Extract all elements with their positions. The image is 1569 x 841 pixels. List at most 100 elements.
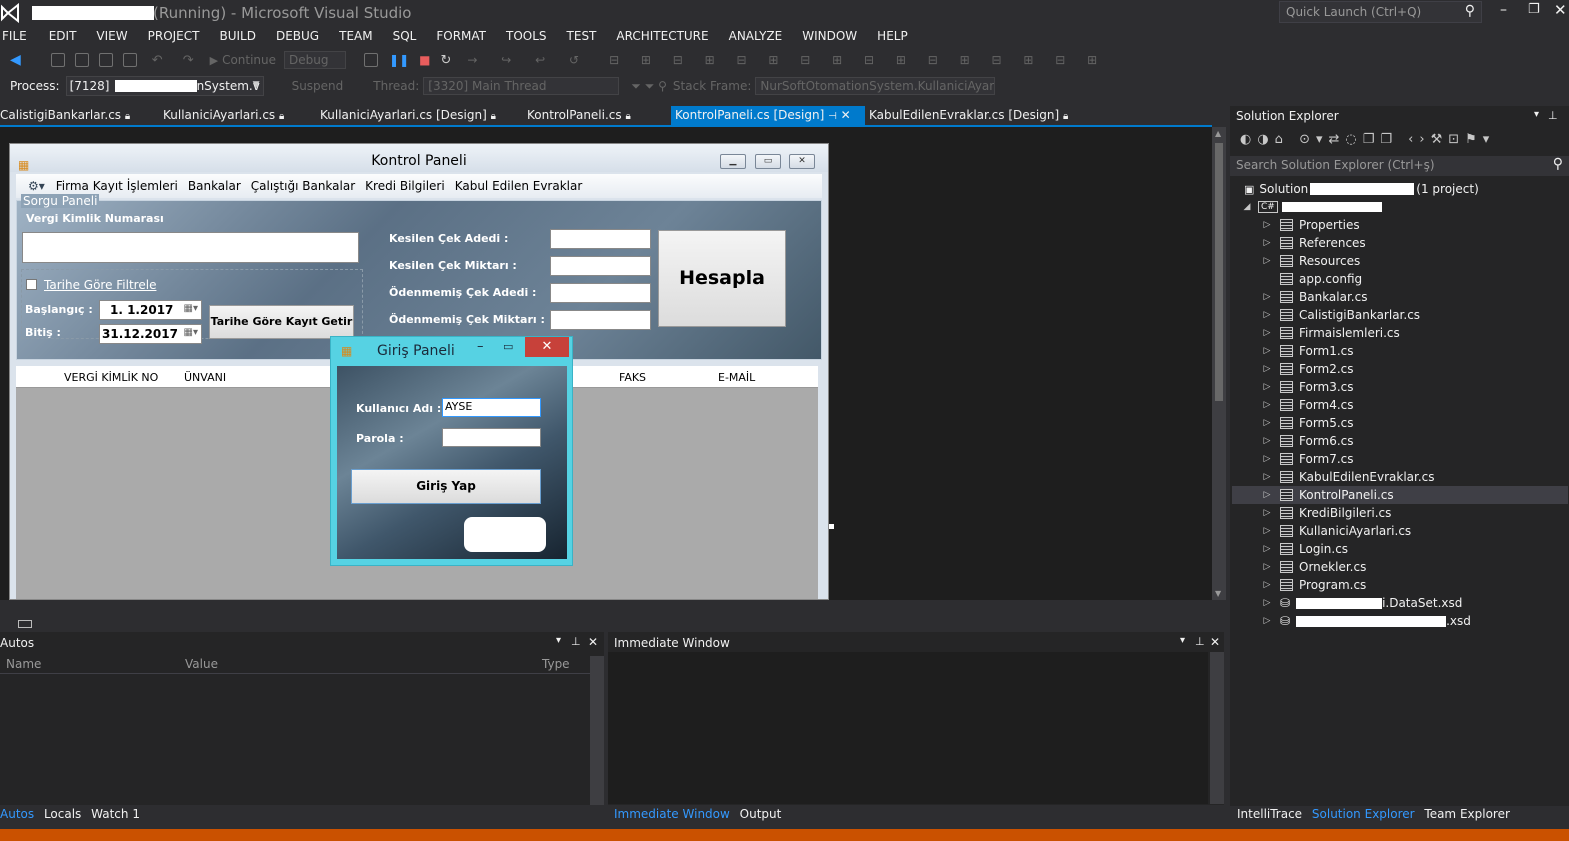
scroll-thumb[interactable]	[1215, 143, 1223, 401]
config-select[interactable]: Debug	[284, 51, 347, 69]
password-input[interactable]	[442, 428, 541, 447]
tab-watch1[interactable]: Watch 1	[91, 807, 140, 821]
menu-debug[interactable]: DEBUG	[266, 29, 329, 43]
expand-icon[interactable]: ▷	[1260, 418, 1274, 428]
suspend-button[interactable]: Suspend	[292, 79, 344, 93]
vkn-input[interactable]	[22, 232, 359, 263]
close-icon[interactable]: ✕	[588, 635, 598, 649]
immediate-input-area[interactable]	[608, 652, 1208, 804]
solution-item[interactable]: ▷ Form5.cs	[1260, 414, 1354, 432]
solution-search-input[interactable]: Search Solution Explorer (Ctrl+ş) ⚲	[1230, 156, 1569, 176]
username-input[interactable]: AYSE	[442, 398, 541, 417]
hesapla-button[interactable]: Hesapla	[658, 230, 786, 327]
tab-intellitrace[interactable]: IntelliTrace	[1237, 807, 1302, 821]
expand-icon[interactable]: ▷	[1260, 580, 1274, 590]
start-date-picker[interactable]: 1. 1.2017 ▦▾	[99, 300, 202, 320]
menu-view[interactable]: VIEW	[86, 29, 137, 43]
solution-item[interactable]: ▷ KontrolPaneli.cs	[1260, 486, 1394, 504]
menu-window[interactable]: WINDOW	[792, 29, 867, 43]
login-close-button[interactable]: ✕	[525, 337, 569, 357]
solution-item[interactable]: ▷ Properties	[1260, 216, 1360, 234]
restart-icon[interactable]: ↻	[440, 53, 451, 68]
stop-icon[interactable]: ■	[419, 53, 430, 67]
solution-item[interactable]: ▷ Form1.cs	[1260, 342, 1354, 360]
pin-icon[interactable]: ⊥	[1195, 635, 1205, 648]
col-name[interactable]: Name	[6, 657, 41, 671]
layout-icons[interactable]: ⊟ ⊞ ⊟ ⊞ ⊟ ⊞ ⊟ ⊞ ⊟ ⊞ ⊟ ⊞ ⊟ ⊞ ⊟ ⊞	[609, 53, 1106, 67]
odenmemis-cek-adedi-input[interactable]	[550, 283, 651, 303]
minimize-icon[interactable]: –	[1500, 2, 1507, 18]
tab-autos[interactable]: Autos	[0, 807, 34, 821]
expand-icon[interactable]: ▷	[1260, 526, 1274, 536]
solution-item[interactable]: ▷ Form4.cs	[1260, 396, 1354, 414]
kesilen-cek-miktari-input[interactable]	[550, 256, 651, 276]
solution-item[interactable]: ▷ Form6.cs	[1260, 432, 1354, 450]
tab-close-icon[interactable]: ✕	[841, 108, 851, 122]
close-icon[interactable]: ✕	[1210, 635, 1220, 649]
save-all-icon[interactable]	[122, 53, 137, 67]
attach-icon[interactable]	[364, 53, 379, 67]
col-vergi-kimlik-no[interactable]: VERGİ KİMLİK NO	[64, 371, 158, 384]
tab-kullaniciayarlari-design[interactable]: KullaniciAyarlari.cs [Design] 🔒︎	[320, 106, 527, 126]
tab-output[interactable]: Output	[740, 807, 782, 821]
expand-icon[interactable]: ▷	[1260, 220, 1274, 230]
redo-icon[interactable]: ↷	[183, 53, 194, 68]
solution-item[interactable]: ▷ Resources	[1260, 252, 1361, 270]
solution-item[interactable]: ▷ KrediBilgileri.cs	[1260, 504, 1392, 522]
tab-solution-explorer[interactable]: Solution Explorer	[1312, 807, 1415, 821]
tab-team-explorer[interactable]: Team Explorer	[1424, 807, 1510, 821]
login-maximize-button[interactable]: ▭	[503, 340, 513, 353]
tab-kontrolpaneli[interactable]: KontrolPaneli.cs 🔒︎	[527, 106, 671, 126]
solution-root[interactable]: ▣ Solution (1 project)	[1244, 180, 1479, 198]
menu-analyze[interactable]: ANALYZE	[719, 29, 793, 43]
tab-kabuledilenevraklar-design[interactable]: KabulEdilenEvraklar.cs [Design] 🔒︎	[865, 106, 1068, 126]
tray-icon[interactable]	[18, 620, 32, 628]
expand-icon[interactable]: ▷	[1260, 598, 1274, 608]
continue-button[interactable]: Continue	[222, 53, 276, 67]
expand-icon[interactable]: ▷	[1260, 508, 1274, 518]
expand-icon[interactable]: ▷	[1260, 238, 1274, 248]
menu-tools[interactable]: TOOLS	[496, 29, 557, 43]
undo-icon[interactable]: ↶	[152, 53, 163, 68]
step-icons[interactable]: → ↪ ↩ ↺	[467, 53, 589, 67]
expand-icon[interactable]: ▷	[1260, 544, 1274, 554]
collapse-icon[interactable]: ◢	[1240, 202, 1254, 212]
expand-icon[interactable]: ▷	[1260, 490, 1274, 500]
fetch-by-date-button[interactable]: Tarihe Göre Kayıt Getir	[209, 305, 354, 339]
solution-item[interactable]: app.config	[1260, 270, 1362, 288]
form-close-button[interactable]: ✕	[789, 154, 815, 169]
back-icon[interactable]: ◀	[10, 52, 21, 68]
expand-icon[interactable]: ▷	[1260, 400, 1274, 410]
tab-calistigibankarlar[interactable]: CalistigiBankarlar.cs 🔒︎	[0, 106, 160, 126]
solution-item[interactable]: ▷ KullaniciAyarlari.cs	[1260, 522, 1412, 540]
expand-icon[interactable]: ▷	[1260, 454, 1274, 464]
save-icon[interactable]	[98, 53, 113, 67]
expand-icon[interactable]: ▷	[1260, 562, 1274, 572]
autos-scrollbar[interactable]	[590, 656, 604, 805]
project-node[interactable]: ◢ C#	[1240, 198, 1382, 216]
thread-select[interactable]: [3320] Main Thread	[423, 77, 620, 95]
scroll-up-icon[interactable]: ▲	[1215, 129, 1221, 138]
col-email[interactable]: E-MAİL	[718, 371, 755, 384]
solution-item[interactable]: ▷ Form7.cs	[1260, 450, 1354, 468]
solution-item[interactable]: ▷ Program.cs	[1260, 576, 1367, 594]
xsd-item[interactable]: ▷ ⛁ .xsd	[1260, 612, 1471, 630]
form-minimize-button[interactable]: ▁	[720, 154, 746, 169]
col-faks[interactable]: FAKS	[619, 371, 646, 384]
stack-frame-select[interactable]: NurSoftOtomationSystem.KullaniciAyarlar	[755, 77, 996, 95]
menu-firma-kayit[interactable]: Firma Kayıt İşlemleri	[51, 179, 183, 193]
expand-icon[interactable]: ▷	[1260, 436, 1274, 446]
col-type[interactable]: Type	[542, 657, 570, 671]
dataset-xsd-item[interactable]: ▷ ⛁ i.DataSet.xsd	[1260, 594, 1463, 612]
menu-team[interactable]: TEAM	[329, 29, 382, 43]
end-date-picker[interactable]: 31.12.2017 ▦▾	[99, 324, 202, 344]
calendar-icon[interactable]: ▦▾	[184, 303, 198, 314]
expand-icon[interactable]: ▷	[1260, 328, 1274, 338]
solution-item[interactable]: ▷ Login.cs	[1260, 540, 1349, 558]
dropdown-icon[interactable]: ▾	[556, 635, 561, 646]
pin-icon[interactable]: ⊣	[828, 111, 837, 122]
pin-icon[interactable]: ⊥	[1548, 109, 1558, 122]
new-project-icon[interactable]	[50, 53, 65, 67]
menu-build[interactable]: BUILD	[209, 29, 265, 43]
pin-icon[interactable]: ⊥	[571, 635, 581, 648]
